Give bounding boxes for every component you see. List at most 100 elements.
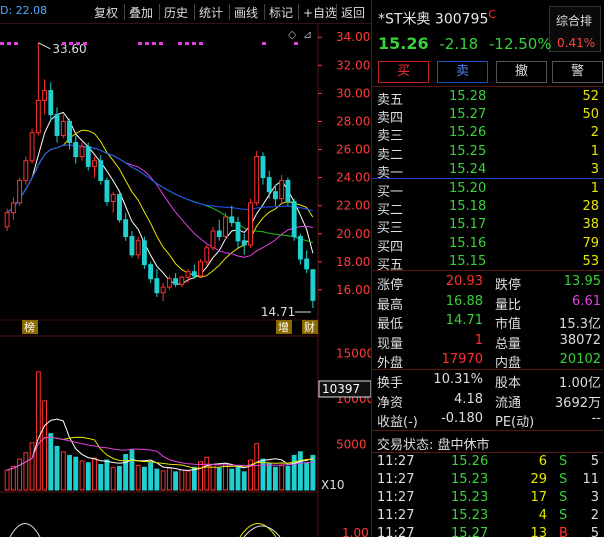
kline-chart[interactable]: 34.00 32.00 30.00 28.00 26.00 24.00 22.00 20.00…: [0, 0, 371, 537]
asks-row[interactable]: 卖五 15.28 52: [377, 89, 603, 108]
volume-bar: [166, 467, 172, 491]
volume-bar: [73, 456, 79, 491]
toolbar-button-1[interactable]: 叠加: [129, 4, 153, 21]
volume-bar: [198, 461, 203, 491]
candle-body: [279, 179, 285, 200]
signal-dash: [69, 42, 73, 45]
indicator-axis-label: 1.00: [342, 526, 369, 537]
tick-row: 11:27 15.23 29 S 11: [377, 472, 599, 487]
signal-dash: [76, 42, 80, 45]
bids-row[interactable]: 买二 15.18 28: [377, 199, 603, 218]
volume-bar: [141, 466, 147, 491]
candle-body: [160, 286, 166, 294]
alert-button[interactable]: 警: [552, 61, 603, 83]
volume-bar: [23, 452, 29, 491]
signal-dash: [83, 42, 87, 45]
volume-bar: [216, 467, 222, 491]
volume-axis-label: 15000: [336, 347, 371, 361]
volume-bar: [79, 460, 85, 491]
signal-dash: [262, 42, 266, 45]
toolbar-button-0[interactable]: 复权: [94, 4, 118, 21]
signal-dash: [152, 42, 156, 45]
chart-toolbar: D: 22.08 复权 叠加 历史 统计 画线 标记 +自选 返回: [0, 0, 371, 24]
last-price: 15.26: [378, 34, 429, 53]
candle-body: [117, 193, 122, 221]
candle-body: [185, 271, 191, 278]
candle-body: [229, 216, 235, 224]
event-marker: 增: [278, 320, 289, 334]
buy-button[interactable]: 买: [378, 61, 429, 83]
volume-unit: X10: [321, 478, 345, 492]
event-marker: 财: [304, 320, 315, 334]
volume-bar: [29, 442, 35, 491]
diamond-icon: ◇: [288, 28, 297, 41]
candle-body: [260, 156, 266, 179]
price-change: -2.18: [439, 35, 479, 53]
bids-row[interactable]: 买五 15.15 53: [377, 254, 603, 273]
candle-body: [129, 236, 135, 256]
volume-bar: [110, 466, 116, 491]
volume-bar: [154, 468, 160, 491]
bids-row[interactable]: 买三 15.17 38: [377, 217, 603, 236]
volume-bar: [229, 468, 235, 491]
candle-body: [235, 222, 241, 242]
price-axis-label: 30.00: [336, 86, 370, 100]
volume-bar: [304, 462, 310, 491]
tick-row: 11:27 15.27 13 B 5: [377, 526, 599, 537]
volume-bar: [254, 443, 260, 491]
sell-button[interactable]: 卖: [437, 61, 488, 83]
toolbar-button-5[interactable]: 标记: [269, 4, 293, 21]
tick-row: 11:27 15.23 17 S 3: [377, 490, 599, 505]
volume-bar: [241, 471, 247, 491]
price-axis-label: 32.00: [336, 58, 370, 72]
volume-bar: [67, 454, 72, 491]
toolbar-button-4[interactable]: 画线: [234, 4, 258, 21]
candle-body: [223, 216, 228, 238]
volume-bar: [54, 445, 60, 491]
volume-bar: [48, 433, 54, 491]
candle-body: [98, 160, 104, 181]
candle-body: [135, 240, 141, 256]
signal-dash: [62, 42, 66, 45]
quote-panel: *ST米奥 300795C 综合排 0.41% 15.26 -2.18 -12.…: [371, 0, 604, 537]
cancel-button[interactable]: 撤: [496, 61, 547, 83]
signal-dash: [159, 42, 163, 45]
candle-body: [310, 269, 316, 301]
volume-bar: [297, 451, 303, 491]
stat-row: 最高 16.88 量比 6.61: [377, 293, 601, 313]
toolbar-button-2[interactable]: 历史: [164, 4, 188, 21]
volume-axis-label: 5000: [336, 438, 367, 452]
volume-bar: [135, 464, 141, 491]
volume-bar: [266, 463, 272, 491]
volume-bar: [10, 465, 16, 491]
asks-row[interactable]: 卖一 15.24 3: [377, 162, 603, 181]
volume-bar: [35, 371, 41, 491]
candle-body: [23, 160, 29, 181]
candle-body: [191, 271, 197, 277]
stat-row: 净资 4.18 流通 3692万: [377, 391, 601, 411]
asks-row[interactable]: 卖二 15.25 1: [377, 144, 603, 163]
volume-bar: [191, 466, 197, 491]
volume-bar: [291, 454, 297, 491]
bids-row[interactable]: 买一 15.20 1: [377, 181, 603, 200]
stat-row: 收益(-) -0.180 PE(动) --: [377, 411, 601, 430]
price-axis-label: 22.00: [336, 199, 370, 213]
candle-body: [204, 247, 210, 263]
candle-body: [73, 142, 79, 158]
tick-row: 11:27 15.26 6 S 5: [377, 454, 599, 469]
low-label: 14.71: [261, 305, 295, 319]
toolbar-button-3[interactable]: 统计: [199, 4, 223, 21]
candle-body: [110, 193, 116, 202]
signal-dash: [14, 42, 18, 45]
signal-dash: [185, 42, 189, 45]
price-axis-label: 34.00: [336, 30, 370, 44]
toolbar-button-7[interactable]: 返回: [341, 4, 365, 21]
toolbar-button-6[interactable]: +自选: [303, 4, 337, 21]
candle-body: [254, 156, 260, 204]
asks-row[interactable]: 卖四 15.27 50: [377, 107, 603, 126]
price-axis-label: 16.00: [336, 283, 370, 297]
asks-row[interactable]: 卖三 15.26 2: [377, 125, 603, 144]
tick-row: 11:27 15.23 4 S 2: [377, 508, 599, 523]
bids-row[interactable]: 买四 15.16 79: [377, 236, 603, 255]
candle-body: [166, 278, 172, 288]
